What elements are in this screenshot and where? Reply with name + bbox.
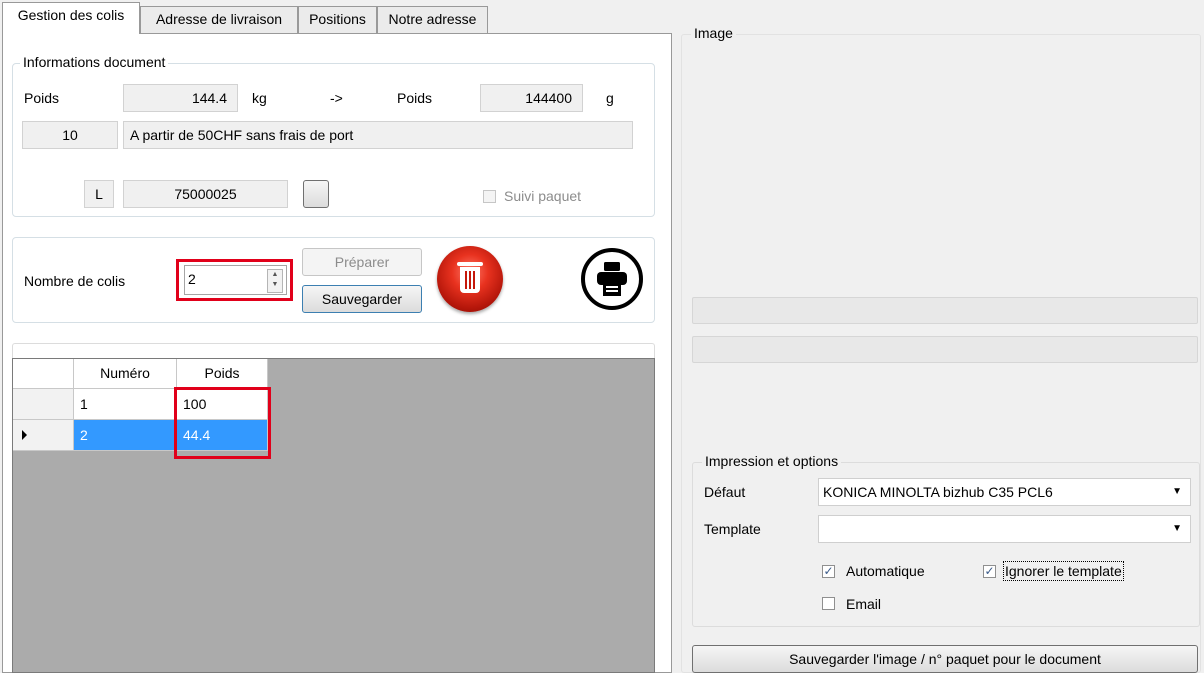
tracking-prefix-field: L bbox=[84, 180, 114, 208]
grid-cell-number[interactable]: 1 bbox=[74, 389, 177, 420]
default-printer-label: Défaut bbox=[704, 484, 746, 500]
tab-notre-adresse[interactable]: Notre adresse bbox=[377, 6, 488, 33]
template-label: Template bbox=[704, 521, 761, 537]
grid-header-number[interactable]: Numéro bbox=[74, 359, 177, 389]
image-progress-bar-1 bbox=[692, 297, 1198, 324]
save-image-button[interactable]: Sauvegarder l'image / n° paquet pour le … bbox=[692, 645, 1198, 673]
grid-panel-border bbox=[12, 343, 655, 358]
email-checkbox[interactable] bbox=[822, 597, 835, 610]
ignore-template-label: Ignorer le template bbox=[1003, 561, 1124, 581]
printer-select-value: KONICA MINOLTA bizhub C35 PCL6 bbox=[823, 484, 1053, 500]
document-info-legend: Informations document bbox=[20, 54, 169, 70]
printer-icon bbox=[597, 262, 627, 296]
grid-header-weight[interactable]: Poids bbox=[177, 359, 268, 389]
grid-row-header-selected[interactable] bbox=[13, 420, 74, 451]
row-pointer-icon bbox=[22, 430, 27, 440]
grid-cell-number[interactable]: 2 bbox=[74, 420, 177, 451]
packages-grid[interactable]: Numéro Poids 1 100 2 44.4 bbox=[12, 358, 655, 673]
unit-kg-label: kg bbox=[252, 90, 267, 106]
shipping-code-field: 10 bbox=[22, 121, 118, 149]
print-options-legend: Impression et options bbox=[702, 453, 842, 469]
grid-corner-cell bbox=[13, 359, 74, 389]
image-progress-bar-2 bbox=[692, 336, 1198, 363]
grid-row-header[interactable] bbox=[13, 389, 74, 420]
print-button[interactable] bbox=[581, 248, 643, 310]
weight-label: Poids bbox=[24, 90, 60, 106]
package-count-highlight bbox=[176, 259, 293, 301]
automatic-label: Automatique bbox=[846, 563, 925, 579]
weight-column-highlight bbox=[174, 387, 271, 459]
save-button[interactable]: Sauvegarder bbox=[302, 285, 422, 313]
shipping-text-field: A partir de 50CHF sans frais de port bbox=[123, 121, 633, 149]
tab-adresse-de-livraison[interactable]: Adresse de livraison bbox=[140, 6, 298, 33]
ignore-template-checkbox[interactable]: ✓ bbox=[983, 565, 996, 578]
weight-label-2: Poids bbox=[397, 90, 433, 106]
image-legend: Image bbox=[691, 25, 736, 41]
printer-select[interactable]: KONICA MINOLTA bizhub C35 PCL6 ▼ bbox=[818, 478, 1191, 506]
chevron-down-icon: ▼ bbox=[1172, 486, 1182, 497]
delete-button[interactable] bbox=[437, 246, 503, 312]
chevron-down-icon: ▼ bbox=[1172, 523, 1182, 534]
template-select[interactable]: ▼ bbox=[818, 515, 1191, 543]
tracking-browse-button[interactable] bbox=[303, 180, 329, 208]
prepare-button[interactable]: Préparer bbox=[302, 248, 422, 276]
email-label: Email bbox=[846, 596, 882, 612]
weight-kg-field: 144.4 bbox=[123, 84, 238, 112]
automatic-checkbox[interactable]: ✓ bbox=[822, 565, 835, 578]
unit-g-label: g bbox=[606, 90, 614, 106]
trash-icon bbox=[457, 262, 483, 294]
tab-gestion-des-colis[interactable]: Gestion des colis bbox=[2, 2, 140, 34]
weight-g-field: 144400 bbox=[480, 84, 583, 112]
package-count-label: Nombre de colis bbox=[24, 273, 126, 289]
arrow-label: -> bbox=[330, 90, 343, 106]
tracking-number-field: 75000025 bbox=[123, 180, 288, 208]
track-package-label: Suivi paquet bbox=[504, 188, 582, 204]
tab-positions[interactable]: Positions bbox=[298, 6, 377, 33]
track-package-checkbox[interactable] bbox=[483, 190, 496, 203]
